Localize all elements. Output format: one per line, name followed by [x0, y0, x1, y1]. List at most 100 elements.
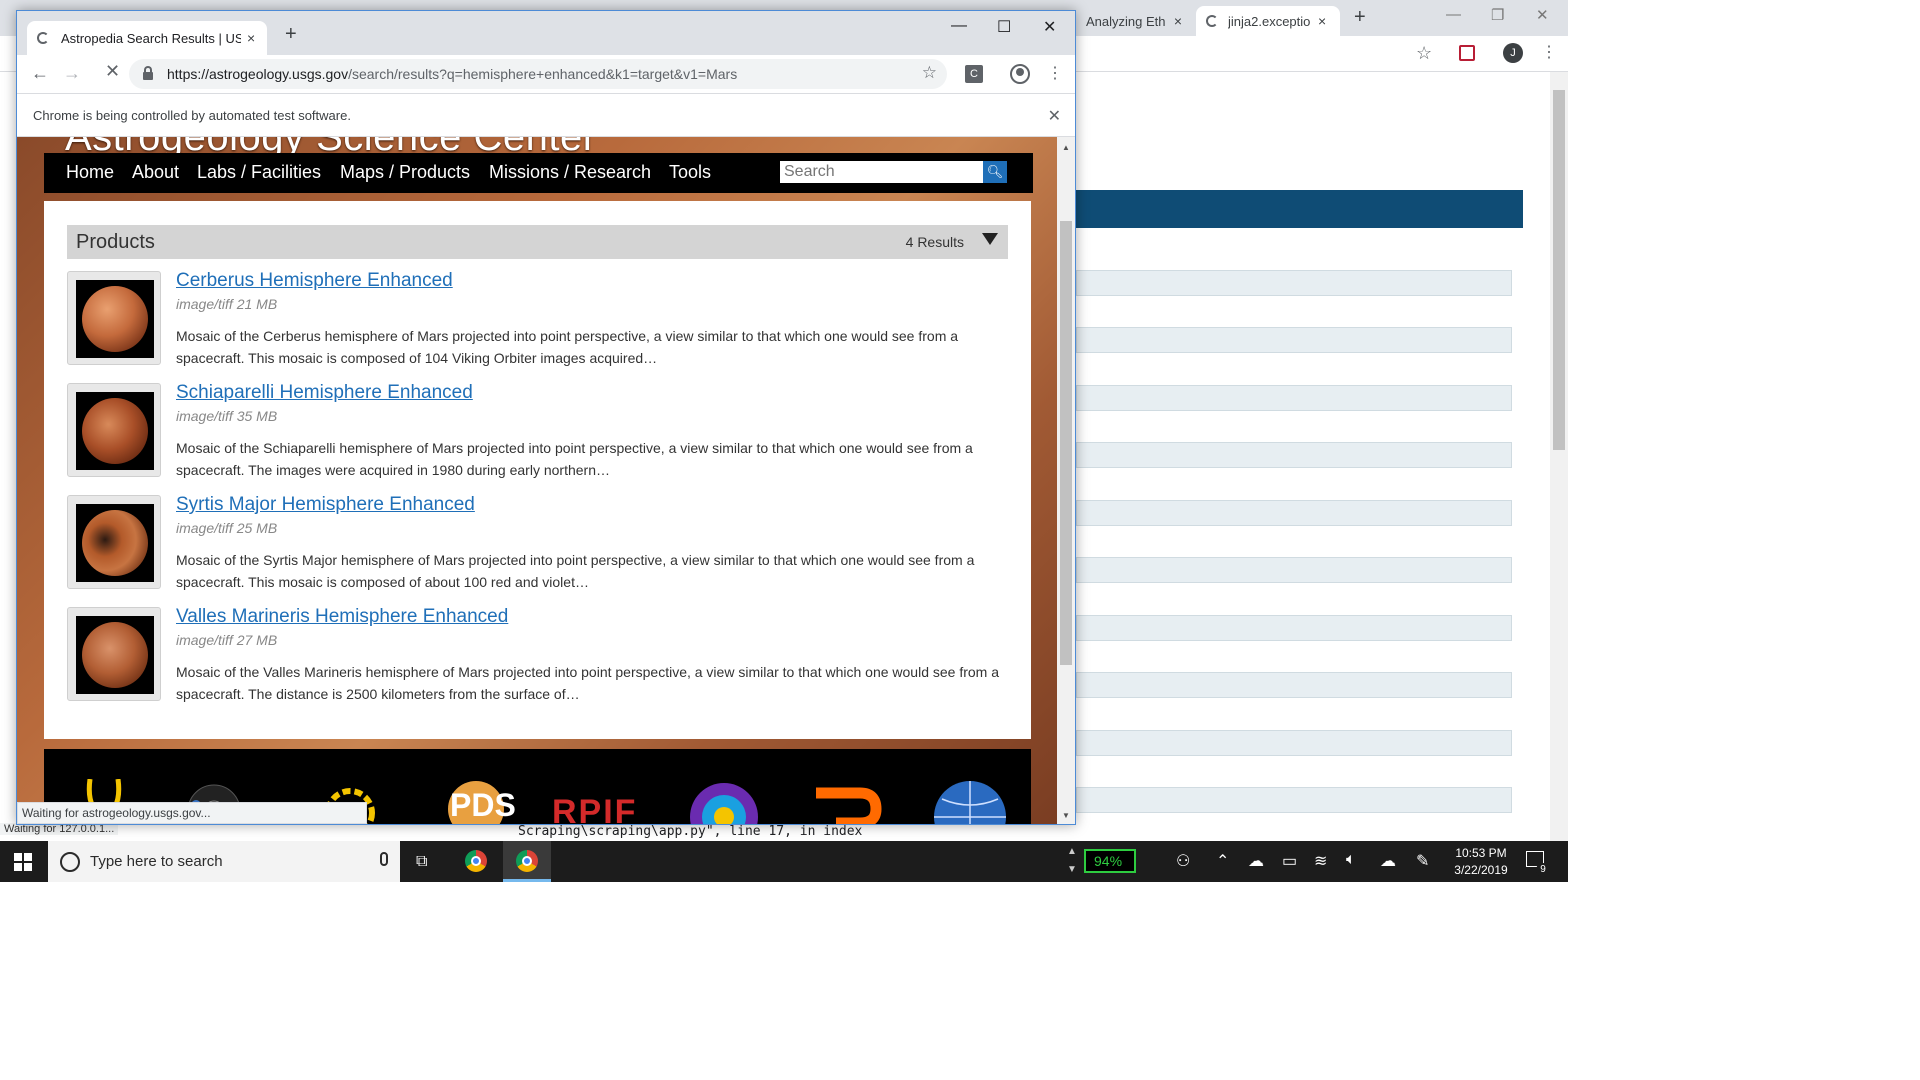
- taskbar-search-box[interactable]: Type here to search: [48, 841, 400, 882]
- infobar-text: Chrome is being controlled by automated …: [33, 107, 351, 123]
- product-description: Mosaic of the Schiaparelli hemisphere of…: [176, 440, 973, 478]
- cloud-upload-icon[interactable]: ☁: [1380, 851, 1396, 871]
- product-item: Valles Marineris Hemisphere Enhanced ima…: [67, 606, 1008, 707]
- scrollbar-thumb[interactable]: [1553, 90, 1565, 450]
- tab-title: Analyzing Ethereum: [1086, 13, 1166, 29]
- mars-syrtis-major-image: [82, 510, 148, 576]
- battery-indicator[interactable]: 94%: [1084, 849, 1136, 873]
- pds-logo[interactable]: PDS: [440, 779, 522, 824]
- globe-grid-logo-icon[interactable]: [932, 779, 1008, 825]
- windows-start-icon[interactable]: [14, 853, 32, 871]
- new-tab-button[interactable]: +: [1354, 6, 1366, 29]
- product-title-link[interactable]: Cerberus Hemisphere Enhanced: [176, 270, 453, 292]
- status-bubble: Waiting for astrogeology.usgs.gov...: [17, 802, 367, 824]
- close-infobar-icon[interactable]: ✕: [1048, 106, 1061, 126]
- search-icon[interactable]: 🔍︎: [983, 161, 1007, 183]
- menu-dots-icon[interactable]: ⋮: [1541, 42, 1557, 62]
- extension-icon[interactable]: [1459, 45, 1475, 61]
- nav-maps-products[interactable]: Maps / Products: [340, 162, 470, 183]
- product-thumbnail[interactable]: [67, 495, 161, 589]
- nav-tools[interactable]: Tools: [669, 162, 711, 183]
- taskbar-chrome-app[interactable]: [452, 841, 500, 882]
- back-arrow-icon[interactable]: ←: [31, 63, 49, 84]
- rainbow-ring-logo-icon[interactable]: [684, 779, 764, 825]
- close-window-icon[interactable]: ✕: [1536, 6, 1549, 24]
- scroll-down-icon[interactable]: ▼: [1062, 811, 1070, 820]
- wifi-icon[interactable]: ≋: [1314, 851, 1327, 871]
- nav-missions-research[interactable]: Missions / Research: [489, 162, 651, 183]
- volume-icon[interactable]: 🔈︎: [1346, 851, 1356, 869]
- minimize-icon[interactable]: —: [1446, 6, 1461, 23]
- close-window-icon[interactable]: ✕: [1043, 17, 1056, 37]
- products-header: Products 4 Results: [67, 225, 1008, 259]
- mars-cerberus-image: [82, 286, 148, 352]
- stop-loading-icon[interactable]: ✕: [105, 62, 121, 80]
- minimize-icon[interactable]: —: [951, 17, 967, 35]
- nav-home[interactable]: Home: [66, 162, 114, 183]
- onedrive-cloud-icon[interactable]: ☁: [1248, 851, 1264, 871]
- collapse-caret-icon[interactable]: [982, 233, 998, 245]
- chrome-icon: [465, 850, 487, 872]
- nav-labs-facilities[interactable]: Labs / Facilities: [197, 162, 321, 183]
- product-description: Mosaic of the Valles Marineris hemispher…: [176, 664, 1000, 702]
- results-panel: Products 4 Results Cerberus Hemisphere E…: [44, 201, 1031, 739]
- product-title-link[interactable]: Syrtis Major Hemisphere Enhanced: [176, 494, 475, 516]
- background-tab-jinja2[interactable]: jinja2.exceptions. ×: [1196, 6, 1340, 36]
- background-row: [1076, 787, 1512, 813]
- product-title-link[interactable]: Valles Marineris Hemisphere Enhanced: [176, 606, 508, 628]
- nav-about[interactable]: About: [132, 162, 179, 183]
- background-tab-analyzing[interactable]: Analyzing Ethereum ×: [1076, 6, 1192, 36]
- close-tab-icon[interactable]: ×: [1174, 13, 1182, 29]
- scroll-up-icon[interactable]: ▲: [1062, 143, 1070, 152]
- chrome-icon: [516, 850, 538, 872]
- restore-icon[interactable]: ❐: [1491, 6, 1504, 24]
- address-bar[interactable]: https://astrogeology.usgs.gov/search/res…: [129, 59, 947, 89]
- automation-infobar: Chrome is being controlled by automated …: [17, 93, 1075, 137]
- background-row: [1076, 730, 1512, 756]
- product-thumbnail[interactable]: [67, 383, 161, 477]
- pen-icon[interactable]: ✎: [1416, 851, 1429, 871]
- forward-arrow-icon[interactable]: →: [63, 63, 81, 84]
- site-navigation: Home About Labs / Facilities Maps / Prod…: [44, 153, 1033, 193]
- lock-icon: [143, 65, 153, 80]
- tab-title: Astropedia Search Results | USGS: [61, 30, 241, 46]
- extension-icon[interactable]: C: [965, 65, 983, 83]
- product-item: Syrtis Major Hemisphere Enhanced image/t…: [67, 494, 1008, 595]
- site-search-input[interactable]: [780, 161, 983, 183]
- product-thumbnail[interactable]: [67, 271, 161, 365]
- windows-taskbar: Type here to search ⧉ ▲ ▼ 94% ⚇ ⌃ ☁ ▭ ≋ 🔈…: [0, 841, 1568, 882]
- taskbar-chrome-app-active[interactable]: [503, 841, 551, 882]
- orange-p-logo-icon[interactable]: [810, 779, 886, 825]
- close-tab-icon[interactable]: ×: [247, 30, 255, 46]
- people-icon[interactable]: ⚇: [1176, 851, 1190, 871]
- maximize-icon[interactable]: ☐: [997, 17, 1011, 37]
- task-view-icon[interactable]: ⧉: [416, 853, 427, 871]
- battery-icon[interactable]: ▭: [1282, 851, 1297, 871]
- clock-time: 10:53 PM: [1455, 846, 1507, 860]
- microphone-icon[interactable]: [380, 852, 388, 866]
- page-scrollbar[interactable]: ▲ ▼: [1057, 137, 1075, 824]
- close-tab-icon[interactable]: ×: [1318, 13, 1326, 29]
- menu-dots-icon[interactable]: ⋮: [1047, 63, 1063, 83]
- profile-icon[interactable]: [1010, 64, 1030, 84]
- mars-schiaparelli-image: [82, 398, 148, 464]
- cortana-circle-icon: [60, 851, 80, 872]
- profile-avatar[interactable]: J: [1503, 43, 1523, 63]
- system-clock[interactable]: 10:53 PM 3/22/2019: [1446, 845, 1516, 879]
- background-row: [1076, 615, 1512, 641]
- product-thumbnail[interactable]: [67, 607, 161, 701]
- tab-astropedia[interactable]: Astropedia Search Results | USGS ×: [27, 21, 267, 55]
- scrollbar-thumb[interactable]: [1060, 221, 1072, 665]
- bookmark-star-icon[interactable]: ☆: [922, 63, 937, 83]
- rpif-logo[interactable]: RPIF: [552, 793, 637, 824]
- chevron-up-icon[interactable]: ⌃: [1216, 851, 1229, 871]
- background-scrollbar[interactable]: [1550, 72, 1568, 841]
- tray-overflow-icon[interactable]: ▲ ▼: [1067, 843, 1077, 879]
- product-item: Cerberus Hemisphere Enhanced image/tiff …: [67, 270, 1008, 371]
- pds-logo-text: PDS: [450, 787, 516, 823]
- product-title-link[interactable]: Schiaparelli Hemisphere Enhanced: [176, 382, 473, 404]
- new-tab-button[interactable]: +: [285, 23, 297, 46]
- taskbar-search-placeholder: Type here to search: [90, 853, 223, 870]
- bookmark-star-icon[interactable]: ☆: [1416, 43, 1432, 64]
- battery-percent: 94%: [1094, 853, 1123, 869]
